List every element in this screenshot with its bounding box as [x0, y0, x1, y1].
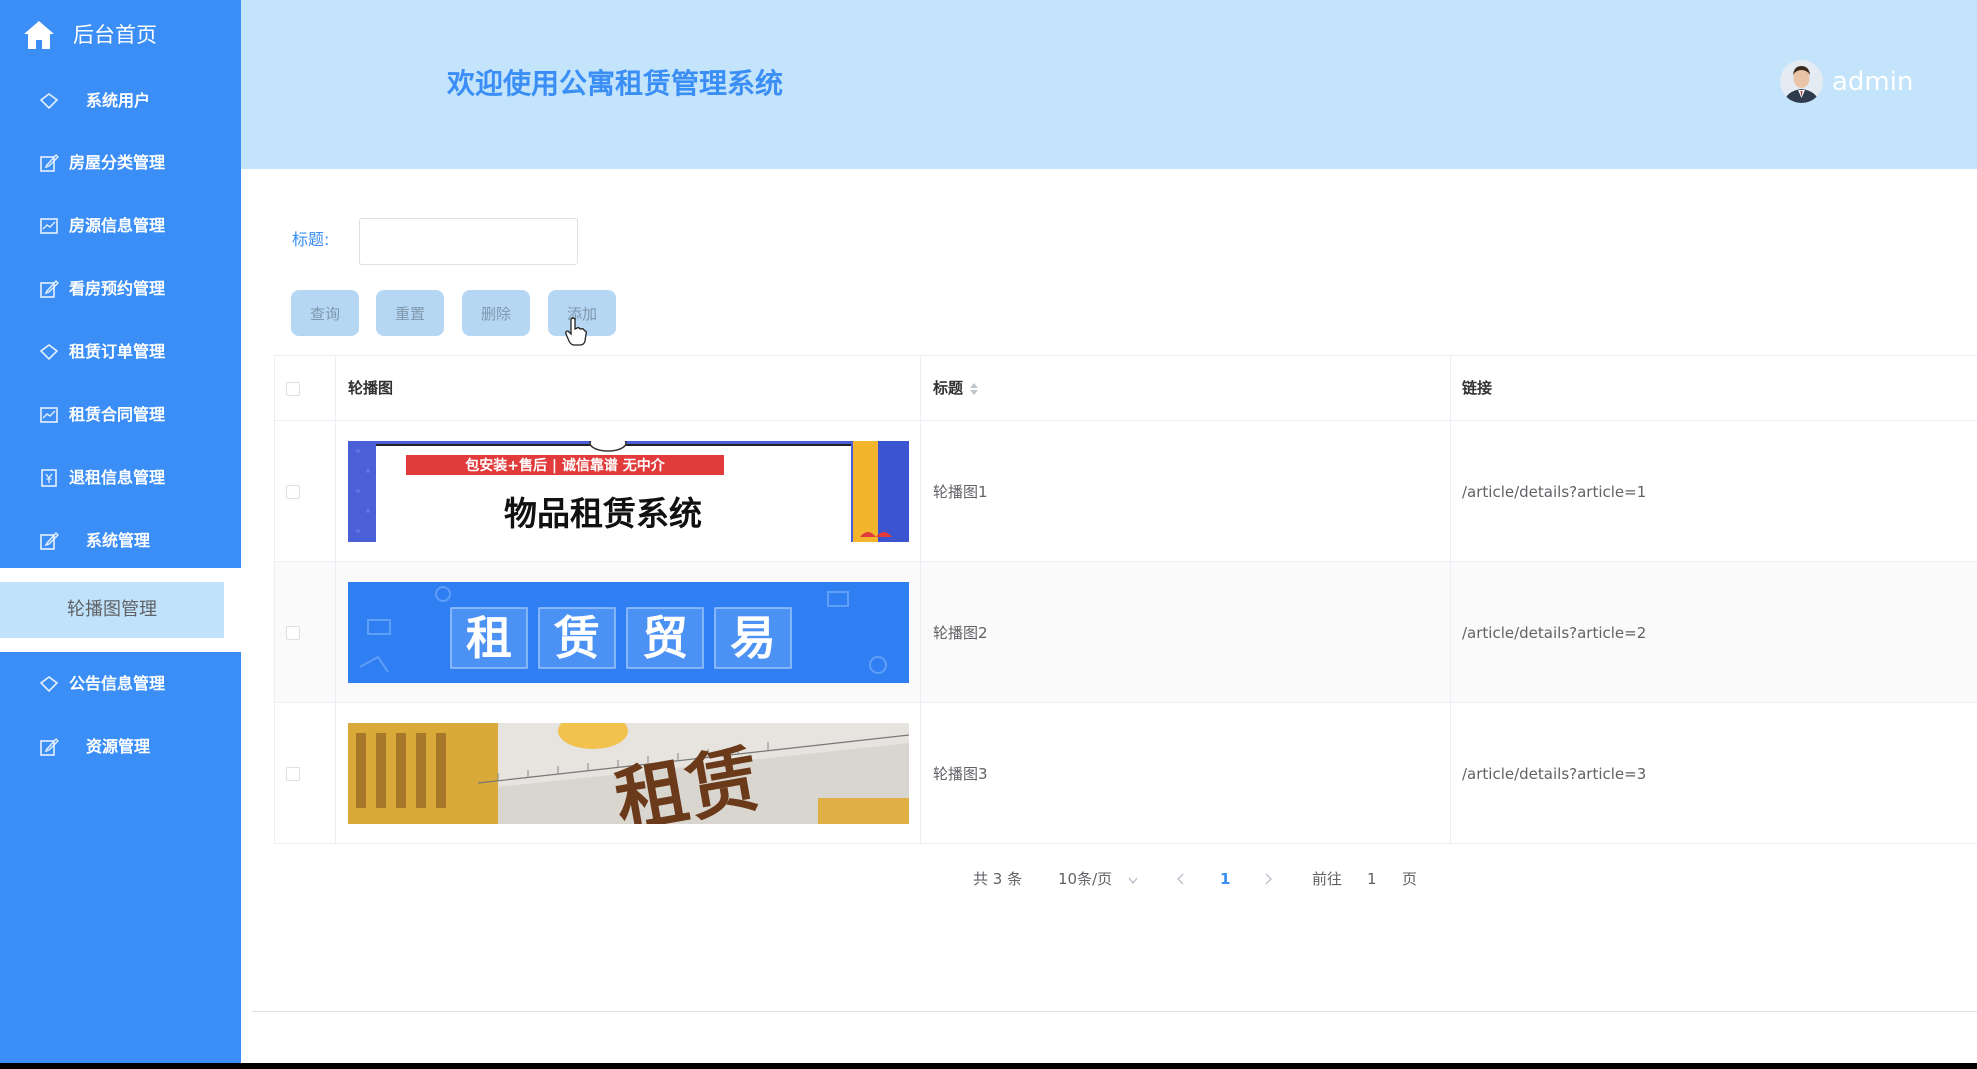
- sort-icon[interactable]: [969, 382, 979, 396]
- carousel-image: 包安装+售后 | 诚信靠谱 无中介 物品租赁系统: [348, 441, 909, 542]
- sidebar-item-rental-contracts[interactable]: 租赁合同管理: [0, 390, 241, 440]
- diamond-icon: [39, 93, 59, 110]
- column-divider: [335, 355, 336, 844]
- page-number[interactable]: 1: [1220, 868, 1230, 890]
- row-link: /article/details?article=3: [1462, 765, 1647, 783]
- chart-icon: [40, 407, 58, 423]
- banner-title: 物品租赁系统: [504, 494, 702, 533]
- sidebar-item-system-users[interactable]: 系统用户: [0, 76, 241, 126]
- column-header-title[interactable]: 标题: [933, 378, 979, 398]
- chevron-down-icon[interactable]: [1127, 874, 1139, 888]
- sidebar-submenu: 轮播图管理: [0, 568, 241, 652]
- sidebar-item-lease-termination[interactable]: 退租信息管理: [0, 453, 241, 503]
- pagination-total: 共 3 条: [973, 870, 1023, 888]
- column-header-image: 轮播图: [348, 379, 394, 397]
- footer-divider: [252, 1011, 1977, 1012]
- select-all-checkbox[interactable]: [286, 382, 300, 396]
- sidebar-item-house-category[interactable]: 房屋分类管理: [0, 138, 241, 188]
- carousel-image: 租赁: [348, 723, 909, 824]
- sidebar-item-label: 系统用户: [86, 91, 151, 110]
- table-header: 轮播图 标题 链接: [274, 355, 1977, 421]
- username[interactable]: admin: [1832, 66, 1913, 98]
- home-icon: [24, 21, 54, 49]
- edit-icon: [40, 153, 59, 172]
- sidebar-item-label: 系统管理: [86, 531, 151, 550]
- sidebar-item-house-info[interactable]: 房源信息管理: [0, 201, 241, 251]
- sidebar-home-link[interactable]: 后台首页: [0, 10, 241, 60]
- sidebar-item-label: 房源信息管理: [69, 216, 166, 235]
- sidebar-item-label: 轮播图管理: [67, 599, 157, 620]
- sidebar-item-system-management[interactable]: 系统管理: [0, 516, 241, 566]
- sidebar-item-label: 租赁订单管理: [69, 342, 166, 361]
- banner-char: 易: [730, 611, 776, 665]
- row-title: 轮播图3: [933, 765, 988, 783]
- carousel-table: 轮播图 标题 链接 包安装+售后 | 诚信靠谱 无中介 物品租赁系统 轮播图1 …: [274, 355, 1977, 844]
- user-avatar-icon: [1780, 60, 1823, 103]
- delete-button[interactable]: 删除: [462, 290, 530, 336]
- sidebar: 后台首页 系统用户 房屋分类管理 房源信息管理 看房预约管理 租赁订单管理 租赁…: [0, 0, 241, 1063]
- sidebar-home-label: 后台首页: [73, 23, 157, 47]
- sidebar-item-label: 退租信息管理: [69, 468, 166, 487]
- app-window: 后台首页 系统用户 房屋分类管理 房源信息管理 看房预约管理 租赁订单管理 租赁…: [0, 0, 1977, 1063]
- column-header-link: 链接: [1462, 379, 1493, 397]
- search-title-label: 标题:: [292, 230, 330, 249]
- avatar[interactable]: [1780, 60, 1823, 103]
- column-divider: [920, 355, 921, 844]
- goto-label: 前往: [1312, 870, 1343, 888]
- banner-char: 贸: [642, 611, 688, 665]
- edit-icon: [40, 531, 59, 550]
- goto-page-input[interactable]: 1: [1367, 868, 1377, 890]
- diamond-icon: [39, 676, 59, 693]
- carousel-image: 租 赁 贸 易: [348, 582, 909, 683]
- diamond-icon: [39, 344, 59, 361]
- sidebar-item-resources[interactable]: 资源管理: [0, 722, 241, 772]
- sidebar-item-viewing-appointment[interactable]: 看房预约管理: [0, 264, 241, 314]
- prev-page-icon[interactable]: [1175, 872, 1187, 886]
- sidebar-item-label: 资源管理: [86, 737, 151, 756]
- row-link: /article/details?article=2: [1462, 624, 1647, 642]
- header: 欢迎使用公寓租赁管理系统 admin: [241, 0, 1977, 169]
- reset-button[interactable]: 重置: [376, 290, 444, 336]
- row-checkbox[interactable]: [286, 767, 300, 781]
- sidebar-item-label: 看房预约管理: [69, 279, 166, 298]
- column-divider: [1450, 355, 1451, 844]
- table-row[interactable]: 租 赁 贸 易 轮播图2 /article/details?article=2: [274, 562, 1977, 703]
- edit-icon: [40, 737, 59, 756]
- page-size-select[interactable]: 10条/页: [1058, 868, 1112, 890]
- sidebar-item-rental-orders[interactable]: 租赁订单管理: [0, 327, 241, 377]
- table-row[interactable]: 包安装+售后 | 诚信靠谱 无中介 物品租赁系统 轮播图1 /article/d…: [274, 421, 1977, 562]
- row-checkbox[interactable]: [286, 485, 300, 499]
- page-suffix: 页: [1402, 870, 1418, 888]
- hand-cursor-icon: [565, 317, 587, 346]
- row-title: 轮播图1: [933, 483, 988, 501]
- search-title-input[interactable]: [359, 218, 578, 265]
- table-row[interactable]: 租赁 轮播图3 /article/details?article=3: [274, 703, 1977, 844]
- row-checkbox[interactable]: [286, 626, 300, 640]
- page-title: 欢迎使用公寓租赁管理系统: [447, 67, 784, 100]
- edit-icon: [40, 279, 59, 298]
- yen-icon: [41, 469, 57, 487]
- banner-char: 赁: [553, 611, 600, 665]
- banner-subtitle: 包安装+售后 | 诚信靠谱 无中介: [465, 457, 665, 474]
- banner-char: 租: [466, 611, 512, 665]
- table-border: [274, 355, 275, 844]
- row-title: 轮播图2: [933, 624, 988, 642]
- sidebar-item-announcements[interactable]: 公告信息管理: [0, 659, 241, 709]
- sidebar-item-label: 房屋分类管理: [69, 153, 166, 172]
- row-link: /article/details?article=1: [1462, 483, 1647, 501]
- query-button[interactable]: 查询: [291, 290, 359, 336]
- next-page-icon[interactable]: [1262, 872, 1274, 886]
- column-header-title-text: 标题: [933, 379, 964, 397]
- page-size-value: 10条/页: [1058, 870, 1113, 888]
- sidebar-item-label: 公告信息管理: [69, 674, 166, 693]
- chart-icon: [40, 218, 58, 234]
- sidebar-item-label: 租赁合同管理: [69, 405, 166, 424]
- sidebar-item-carousel-management[interactable]: 轮播图管理: [0, 582, 224, 638]
